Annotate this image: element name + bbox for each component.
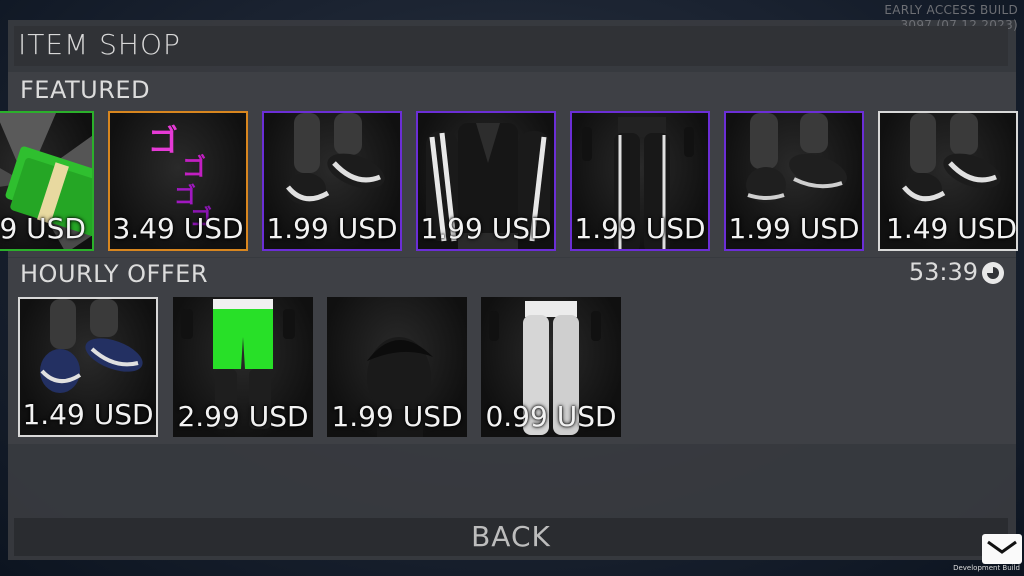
price-label: 1.99 USD [420, 212, 552, 245]
svg-text:ゴ: ゴ [148, 124, 178, 159]
price-label: 1.49 USD [886, 212, 1018, 245]
price-label: 1.99 USD [728, 212, 860, 245]
clock-icon [982, 262, 1004, 284]
hourly-timer: 53:39 [908, 258, 978, 286]
featured-label: FEATURED [20, 76, 151, 104]
featured-item-menacing[interactable]: ゴ ゴ ゴ ゴ 3.49 USD [108, 111, 248, 251]
hourly-item-white-pants[interactable]: 0.99 USD [481, 297, 621, 437]
price-label: 1.99 USD [266, 212, 398, 245]
featured-item-pants[interactable]: 1.99 USD [570, 111, 710, 251]
featured-item-cash[interactable]: 9 USD [0, 111, 94, 251]
item-shop-screen: EARLY ACCESS BUILD 3097 (07.12.2023) ITE… [0, 0, 1024, 576]
hourly-offer-label: HOURLY OFFER [20, 260, 208, 288]
svg-text:ゴ: ゴ [182, 153, 206, 181]
hourly-item-green-shorts[interactable]: 2.99 USD [173, 297, 313, 437]
page-title: ITEM SHOP [18, 28, 181, 61]
price-label: 1.99 USD [331, 400, 463, 433]
build-label: EARLY ACCESS BUILD [884, 3, 1018, 17]
hourly-item-hair[interactable]: 1.99 USD [327, 297, 467, 437]
back-button[interactable]: BACK [14, 518, 1008, 556]
featured-item-black-sneakers[interactable]: 1.99 USD [724, 111, 864, 251]
price-label: 1.49 USD [22, 398, 154, 431]
hourly-item-navy-sneakers[interactable]: 1.49 USD [18, 297, 158, 437]
price-label: 3.49 USD [112, 212, 244, 245]
price-label: 2.99 USD [177, 400, 309, 433]
price-label: 1.99 USD [574, 212, 706, 245]
mail-icon [987, 540, 1017, 554]
mail-button[interactable] [982, 534, 1022, 564]
price-label: 0.99 USD [485, 400, 617, 433]
featured-item-sneakers[interactable]: 1.99 USD [262, 111, 402, 251]
featured-item-jacket[interactable]: 1.99 USD [416, 111, 556, 251]
development-build-label: Development Build [953, 564, 1020, 572]
featured-item-sneakers-2[interactable]: 1.49 USD [878, 111, 1018, 251]
price-label: 9 USD [0, 212, 86, 245]
